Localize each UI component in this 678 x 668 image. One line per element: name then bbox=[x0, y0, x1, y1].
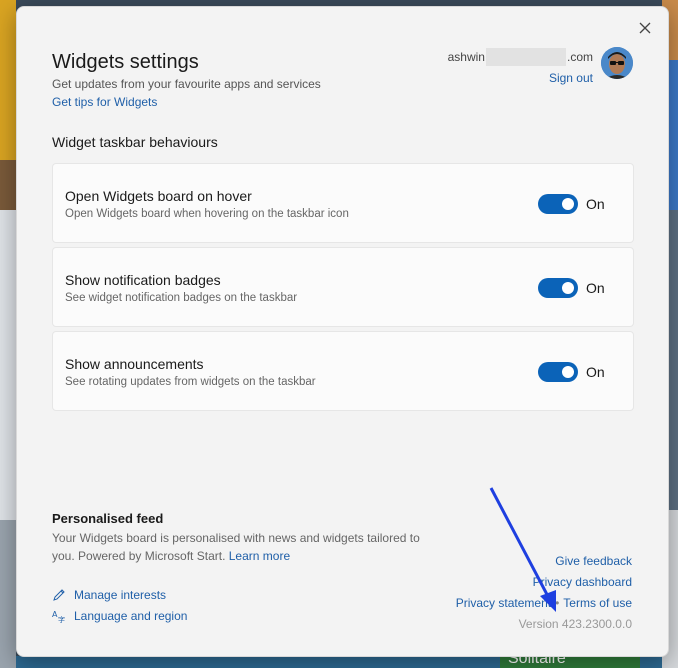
toggle-state: On bbox=[586, 196, 605, 212]
setting-label: Open Widgets board on hover bbox=[65, 188, 252, 204]
setting-announcements: Show announcements See rotating updates … bbox=[52, 331, 634, 411]
account-email: ashwin .com bbox=[448, 48, 593, 66]
language-region-label: Language and region bbox=[74, 609, 188, 623]
svg-text:字: 字 bbox=[58, 615, 65, 623]
close-button[interactable] bbox=[634, 17, 656, 39]
close-icon bbox=[639, 22, 651, 34]
language-icon: A字 bbox=[52, 608, 68, 624]
hover-toggle[interactable] bbox=[538, 194, 578, 214]
footer-links: Give feedback Privacy dashboard Privacy … bbox=[456, 551, 632, 635]
give-feedback-link[interactable]: Give feedback bbox=[456, 551, 632, 572]
tips-link[interactable]: Get tips for Widgets bbox=[52, 95, 157, 109]
widgets-settings-dialog: Widgets settings Get updates from your f… bbox=[16, 6, 669, 657]
feed-heading: Personalised feed bbox=[52, 511, 164, 526]
avatar[interactable] bbox=[601, 47, 633, 79]
page-title: Widgets settings bbox=[52, 51, 199, 73]
setting-label: Show announcements bbox=[65, 356, 204, 372]
manage-interests-label: Manage interests bbox=[74, 588, 167, 602]
account-info: ashwin .com Sign out bbox=[448, 48, 593, 85]
setting-open-on-hover: Open Widgets board on hover Open Widgets… bbox=[52, 163, 634, 243]
toggle-knob bbox=[562, 366, 574, 378]
bg-tile bbox=[0, 210, 16, 520]
email-prefix: ashwin bbox=[447, 50, 485, 64]
feed-description: Your Widgets board is personalised with … bbox=[52, 529, 422, 565]
email-redaction bbox=[485, 48, 566, 66]
email-suffix: .com bbox=[566, 50, 593, 64]
privacy-dashboard-link[interactable]: Privacy dashboard bbox=[456, 572, 632, 593]
setting-description: See rotating updates from widgets on the… bbox=[65, 376, 316, 388]
bg-tile bbox=[0, 160, 16, 210]
language-region-link[interactable]: A字 Language and region bbox=[52, 608, 187, 624]
section-heading: Widget taskbar behaviours bbox=[52, 134, 218, 150]
learn-more-link[interactable]: Learn more bbox=[229, 549, 290, 563]
toggle-knob bbox=[562, 198, 574, 210]
toggle-state: On bbox=[586, 280, 605, 296]
avatar-icon bbox=[601, 47, 633, 79]
pencil-icon bbox=[52, 587, 68, 603]
announcements-toggle[interactable] bbox=[538, 362, 578, 382]
legal-links-row: Privacy statement • Terms of use bbox=[456, 593, 632, 614]
setting-label: Show notification badges bbox=[65, 272, 221, 288]
setting-description: Open Widgets board when hovering on the … bbox=[65, 208, 349, 220]
setting-description: See widget notification badges on the ta… bbox=[65, 292, 298, 304]
bg-tile bbox=[0, 0, 16, 160]
toggle-state: On bbox=[586, 364, 605, 380]
privacy-statement-link[interactable]: Privacy statement bbox=[456, 593, 551, 614]
version-text: Version 423.2300.0.0 bbox=[518, 617, 632, 631]
bg-tile bbox=[0, 520, 16, 668]
terms-of-use-link[interactable]: Terms of use bbox=[563, 593, 632, 614]
page-subtitle: Get updates from your favourite apps and… bbox=[52, 77, 321, 91]
toggle-knob bbox=[562, 282, 574, 294]
badges-toggle[interactable] bbox=[538, 278, 578, 298]
setting-notification-badges: Show notification badges See widget noti… bbox=[52, 247, 634, 327]
settings-list: Open Widgets board on hover Open Widgets… bbox=[52, 163, 634, 415]
manage-interests-link[interactable]: Manage interests bbox=[52, 587, 166, 603]
separator-dot: • bbox=[555, 596, 560, 610]
sign-out-link[interactable]: Sign out bbox=[448, 71, 593, 85]
